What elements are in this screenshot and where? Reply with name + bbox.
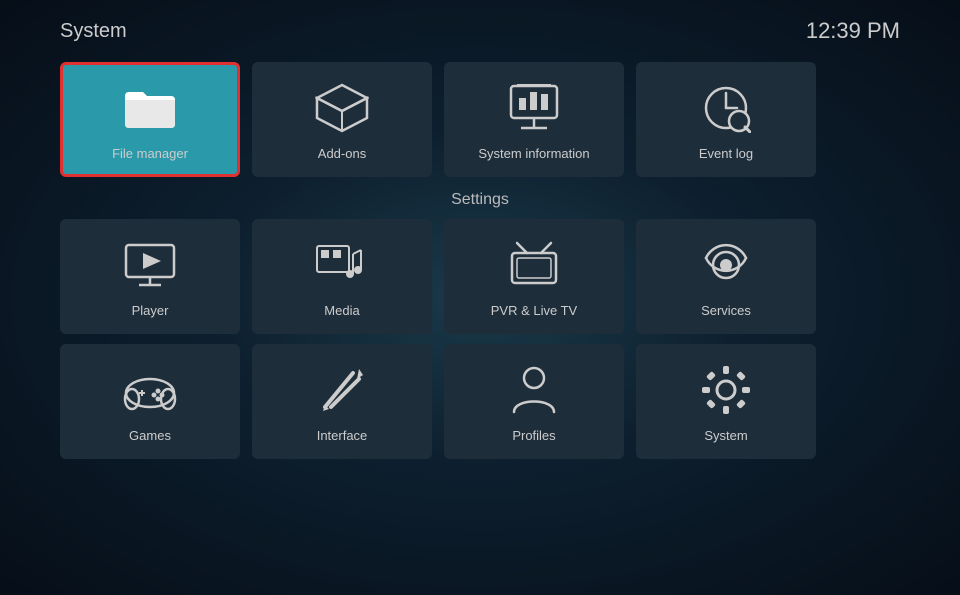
tile-event-log[interactable]: Event log [636,62,816,177]
tile-profiles[interactable]: Profiles [444,344,624,459]
profiles-icon [504,360,564,420]
tile-player-label: Player [132,303,169,318]
tile-file-manager-label: File manager [112,146,188,161]
tile-event-log-label: Event log [699,146,753,161]
services-icon [696,235,756,295]
tile-file-manager[interactable]: File manager [60,62,240,177]
tile-system-information[interactable]: System information [444,62,624,177]
settings-row-1: Player Media [60,219,900,334]
tile-games[interactable]: Games [60,344,240,459]
tile-add-ons[interactable]: Add-ons [252,62,432,177]
clock: 12:39 PM [806,18,900,44]
games-icon [120,360,180,420]
tile-media[interactable]: Media [252,219,432,334]
tile-add-ons-label: Add-ons [318,146,366,161]
interface-icon [312,360,372,420]
tile-system-information-label: System information [478,146,589,161]
settings-row-2: Games Interface [60,344,900,459]
media-icon [312,235,372,295]
tile-pvr-live-tv[interactable]: PVR & Live TV [444,219,624,334]
add-ons-icon [312,78,372,138]
app-title: System [60,20,127,43]
tile-profiles-label: Profiles [512,428,555,443]
system-information-icon [504,78,564,138]
file-manager-icon [120,78,180,138]
tile-services[interactable]: Services [636,219,816,334]
tile-system[interactable]: System [636,344,816,459]
top-tiles-row: File manager Add-ons [60,62,900,177]
header: System 12:39 PM [60,0,900,54]
tile-pvr-live-tv-label: PVR & Live TV [491,303,577,318]
tile-media-label: Media [324,303,359,318]
tile-interface[interactable]: Interface [252,344,432,459]
settings-section-label: Settings [60,191,900,209]
player-icon [120,235,180,295]
tile-player[interactable]: Player [60,219,240,334]
tile-system-label: System [704,428,747,443]
event-log-icon [696,78,756,138]
system-icon [696,360,756,420]
tile-interface-label: Interface [317,428,368,443]
pvr-live-tv-icon [504,235,564,295]
tile-services-label: Services [701,303,751,318]
tile-games-label: Games [129,428,171,443]
